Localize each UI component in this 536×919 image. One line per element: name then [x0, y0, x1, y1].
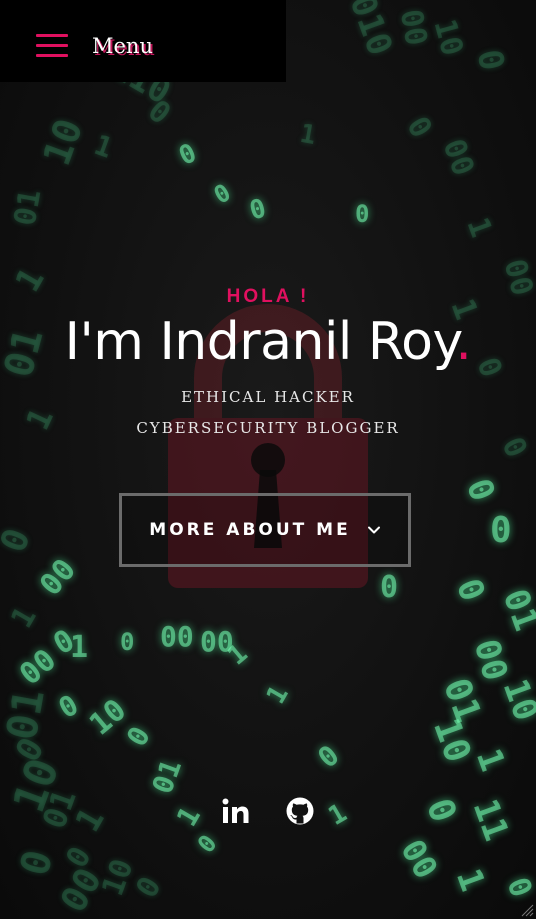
linkedin-icon [222, 798, 249, 823]
menu-bar: Menu [0, 0, 286, 82]
resize-grip-icon [521, 904, 534, 917]
role-cybersecurity-blogger: CYBERSECURITY BLOGGER [136, 419, 400, 437]
menu-button[interactable]: Menu [92, 34, 153, 58]
hero-page: 1001101101011000011010000010100010000010… [0, 0, 536, 919]
role-ethical-hacker: ETHICAL HACKER [181, 388, 355, 406]
chevron-down-icon [367, 526, 380, 534]
social-links [0, 796, 536, 826]
github-icon [286, 797, 314, 825]
hamburger-icon[interactable] [36, 34, 68, 60]
hero-section: HOLA ! I'm Indranil Roy. ETHICAL HACKER … [0, 0, 536, 919]
greeting-text: HOLA ! [226, 286, 310, 307]
github-link[interactable] [285, 796, 315, 826]
more-about-me-button[interactable]: MORE ABOUT ME [119, 493, 411, 567]
more-about-me-label: MORE ABOUT ME [149, 520, 351, 540]
linkedin-link[interactable] [221, 796, 251, 826]
hero-name-dot: . [455, 312, 472, 372]
hero-name-text: I'm Indranil Roy [64, 312, 456, 372]
hero-name: I'm Indranil Roy. [0, 312, 536, 372]
